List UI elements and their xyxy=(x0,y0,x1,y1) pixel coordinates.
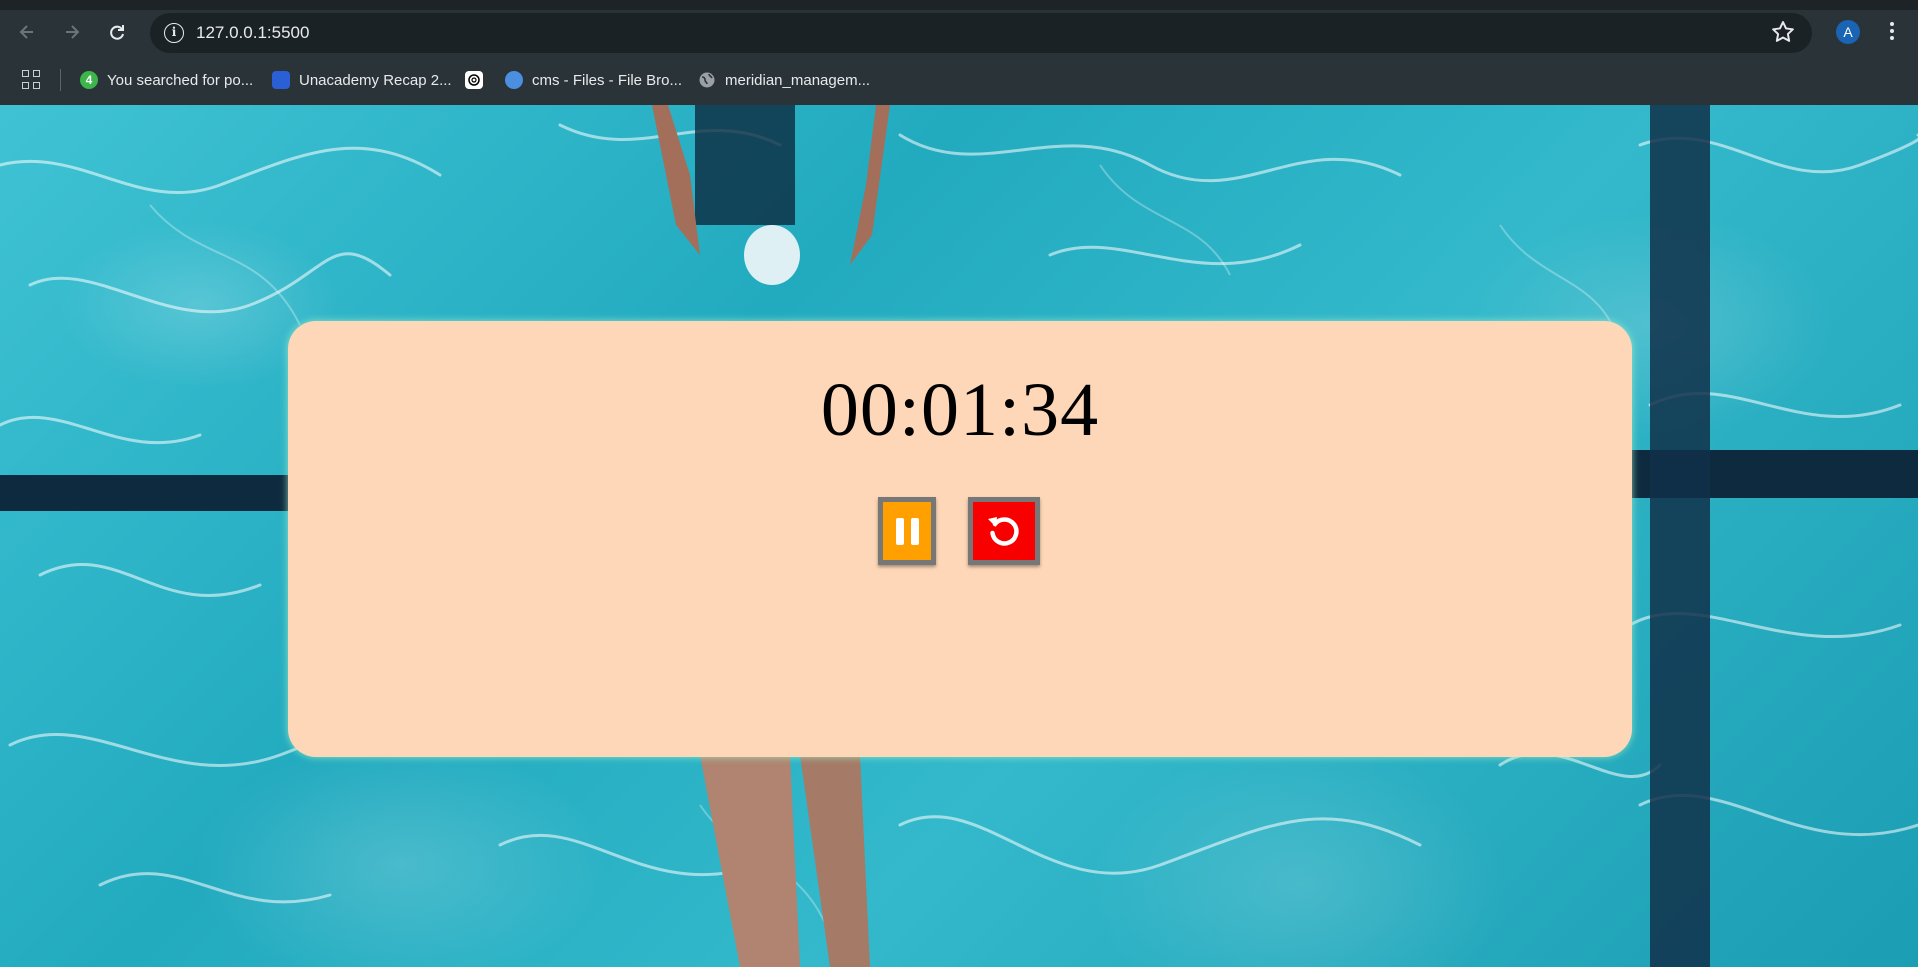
bookmark-item[interactable] xyxy=(465,67,492,93)
back-button[interactable] xyxy=(10,15,44,49)
bookmark-label: cms - Files - File Bro... xyxy=(532,71,683,89)
bookmark-label: Unacademy Recap 2... xyxy=(299,71,452,89)
bookmark-star-icon[interactable] xyxy=(1770,19,1796,45)
pause-button[interactable] xyxy=(878,497,936,565)
more-menu-icon[interactable] xyxy=(1886,20,1898,44)
stopwatch-display: 00:01:34 xyxy=(820,368,1100,452)
profile-avatar[interactable]: A xyxy=(1836,20,1860,44)
reset-icon xyxy=(988,517,1019,546)
site-info-icon[interactable]: i xyxy=(164,23,184,43)
arrow-left-icon xyxy=(19,25,33,39)
url-text: 127.0.0.1:5500 xyxy=(196,23,310,42)
bookmark-label: meridian_managem... xyxy=(725,71,871,89)
bookmark-item[interactable]: 4 You searched for po... xyxy=(80,67,253,93)
browser-toolbar: i 127.0.0.1:5500 A xyxy=(0,0,1918,63)
globe-icon xyxy=(698,71,716,89)
bookmark-item[interactable]: cms - Files - File Bro... xyxy=(505,67,682,93)
cms-icon xyxy=(505,71,523,89)
pause-icon xyxy=(895,517,919,545)
stopwatch-card: 00:01:34 xyxy=(288,321,1632,757)
forward-button[interactable] xyxy=(55,15,89,49)
reload-button[interactable] xyxy=(100,15,134,49)
bookmark-item[interactable]: Unacademy Recap 2... xyxy=(272,67,452,93)
reset-button[interactable] xyxy=(968,497,1040,565)
arrow-right-icon xyxy=(66,25,80,39)
openai-icon xyxy=(465,71,483,89)
address-bar[interactable]: i 127.0.0.1:5500 xyxy=(150,13,1812,53)
bookmarks-divider xyxy=(60,69,61,91)
page-background: 00:01:34 xyxy=(0,105,1918,967)
tab-strip xyxy=(0,0,1918,10)
green-4-icon: 4 xyxy=(80,71,98,89)
apps-grid-icon[interactable] xyxy=(22,70,42,90)
bookmark-label: You searched for po... xyxy=(107,71,254,89)
reload-icon xyxy=(110,25,124,40)
unacademy-icon xyxy=(272,71,290,89)
bookmark-item[interactable]: meridian_managem... xyxy=(698,67,870,93)
